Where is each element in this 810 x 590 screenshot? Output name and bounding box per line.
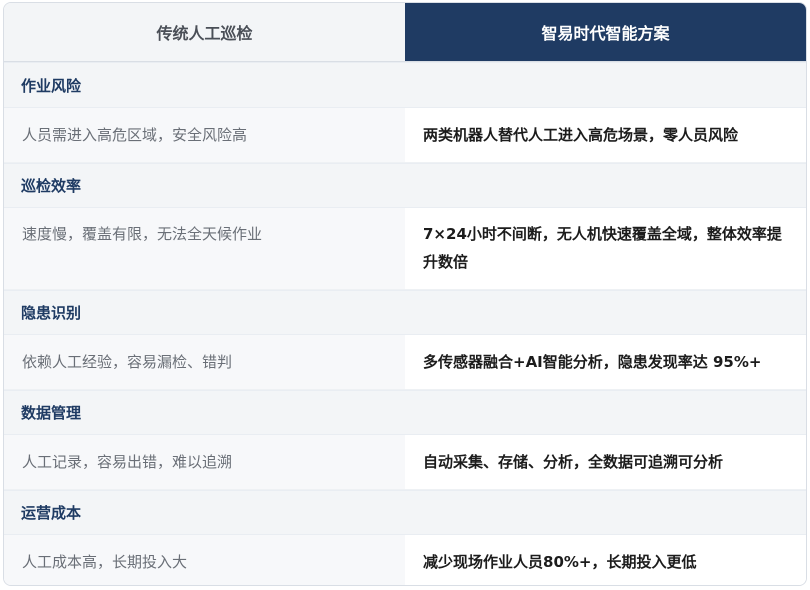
smart-cell: 自动采集、存储、分析，全数据可追溯可分析	[405, 435, 806, 489]
traditional-cell: 人员需进入高危区域，安全风险高	[4, 108, 405, 162]
smart-text: 减少现场作业人员80%+，长期投入更低	[423, 553, 697, 571]
section-title: 作业风险	[4, 62, 806, 108]
traditional-cell: 依赖人工经验，容易漏检、错判	[4, 335, 405, 389]
traditional-text: 人员需进入高危区域，安全风险高	[22, 126, 248, 144]
smart-cell: 多传感器融合+AI智能分析，隐患发现率达 95%+	[405, 335, 806, 389]
header-traditional: 传统人工巡检	[4, 3, 405, 61]
traditional-text: 人工成本高，长期投入大	[22, 553, 188, 571]
smart-cell: 减少现场作业人员80%+，长期投入更低	[405, 535, 806, 585]
traditional-text: 人工记录，容易出错，难以追溯	[22, 453, 233, 471]
traditional-cell: 人工记录，容易出错，难以追溯	[4, 435, 405, 489]
table-header: 传统人工巡检 智易时代智能方案	[4, 3, 806, 62]
table-row: 人工记录，容易出错，难以追溯 自动采集、存储、分析，全数据可追溯可分析	[4, 435, 806, 490]
section-title: 数据管理	[4, 390, 806, 435]
header-smart-solution: 智易时代智能方案	[405, 3, 806, 61]
comparison-table: 传统人工巡检 智易时代智能方案 作业风险 人员需进入高危区域，安全风险高 两类机…	[3, 2, 807, 586]
smart-text: 两类机器人替代人工进入高危场景，零人员风险	[423, 126, 739, 144]
smart-text: 多传感器融合+AI智能分析，隐患发现率达 95%+	[423, 353, 762, 371]
traditional-text: 速度慢，覆盖有限，无法全天候作业	[22, 225, 263, 243]
traditional-cell: 速度慢，覆盖有限，无法全天候作业	[4, 208, 405, 289]
smart-text: 自动采集、存储、分析，全数据可追溯可分析	[423, 453, 724, 471]
smart-text: 7×24小时不间断，无人机快速覆盖全域，整体效率提升数倍	[423, 225, 782, 271]
smart-cell: 两类机器人替代人工进入高危场景，零人员风险	[405, 108, 806, 162]
section-title: 隐患识别	[4, 290, 806, 335]
traditional-cell: 人工成本高，长期投入大	[4, 535, 405, 585]
smart-cell: 7×24小时不间断，无人机快速覆盖全域，整体效率提升数倍	[405, 208, 806, 289]
table-row: 依赖人工经验，容易漏检、错判 多传感器融合+AI智能分析，隐患发现率达 95%+	[4, 335, 806, 390]
section-title: 运营成本	[4, 490, 806, 535]
table-row: 人员需进入高危区域，安全风险高 两类机器人替代人工进入高危场景，零人员风险	[4, 108, 806, 163]
traditional-text: 依赖人工经验，容易漏检、错判	[22, 353, 233, 371]
table-row: 人工成本高，长期投入大 减少现场作业人员80%+，长期投入更低	[4, 535, 806, 585]
section-title: 巡检效率	[4, 163, 806, 208]
table-row: 速度慢，覆盖有限，无法全天候作业 7×24小时不间断，无人机快速覆盖全域，整体效…	[4, 208, 806, 290]
